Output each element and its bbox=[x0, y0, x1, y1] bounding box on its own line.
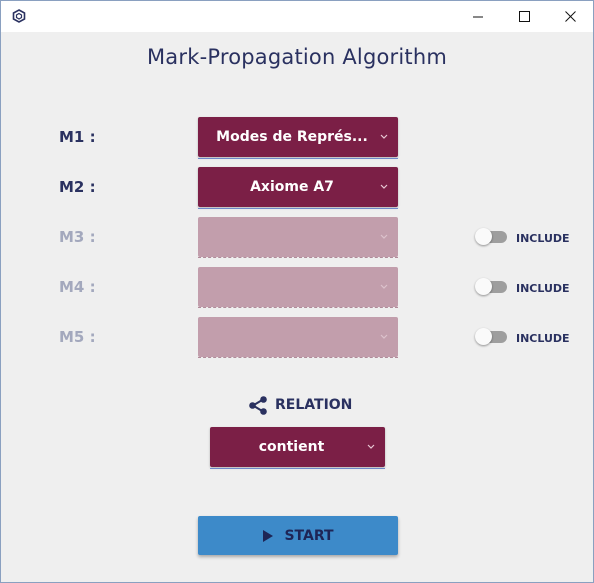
m2-dropdown[interactable]: Axiome A7 bbox=[198, 167, 398, 209]
toggle-knob bbox=[475, 328, 492, 345]
relation-label: RELATION bbox=[275, 397, 353, 413]
m1-dropdown[interactable]: Modes de Représ... bbox=[198, 117, 398, 159]
chevron-down-icon bbox=[380, 334, 388, 339]
chevron-down-icon bbox=[380, 184, 388, 189]
m3-include-label: INCLUDE bbox=[516, 232, 570, 245]
m4-include-toggle[interactable] bbox=[475, 278, 507, 295]
relation-dropdown-value: contient bbox=[258, 439, 325, 455]
page-title: Mark-Propagation Algorithm bbox=[146, 45, 448, 69]
m1-dropdown-value: Modes de Représ... bbox=[216, 129, 368, 145]
close-icon bbox=[564, 11, 576, 22]
m5-include-toggle[interactable] bbox=[475, 328, 507, 345]
play-icon bbox=[263, 529, 274, 542]
m4-dropdown[interactable] bbox=[198, 267, 398, 308]
toggle-knob bbox=[475, 278, 492, 295]
m1-label: M1 : bbox=[59, 128, 96, 146]
close-button[interactable] bbox=[547, 1, 593, 32]
maximize-button[interactable] bbox=[501, 1, 547, 32]
maximize-icon bbox=[518, 11, 530, 22]
app-icon bbox=[12, 9, 26, 23]
m2-dropdown-value: Axiome A7 bbox=[250, 179, 334, 195]
m4-include-label: INCLUDE bbox=[516, 282, 570, 295]
minimize-button[interactable] bbox=[455, 1, 501, 32]
chevron-down-icon bbox=[380, 134, 388, 139]
m3-dropdown[interactable] bbox=[198, 217, 398, 258]
m5-include-label: INCLUDE bbox=[516, 332, 570, 345]
start-button-label: START bbox=[284, 527, 334, 544]
share-icon bbox=[249, 395, 267, 415]
app-window: Mark-Propagation Algorithm M1 : Modes de… bbox=[0, 0, 594, 583]
m3-include-toggle[interactable] bbox=[475, 228, 507, 245]
chevron-down-icon bbox=[380, 284, 388, 289]
title-bar[interactable] bbox=[1, 1, 593, 32]
m4-label: M4 : bbox=[59, 278, 96, 296]
chevron-down-icon bbox=[367, 444, 375, 449]
m3-label: M3 : bbox=[59, 228, 96, 246]
minimize-icon bbox=[472, 16, 483, 18]
m5-label: M5 : bbox=[59, 328, 96, 346]
chevron-down-icon bbox=[380, 234, 388, 239]
m2-label: M2 : bbox=[59, 178, 96, 196]
relation-dropdown[interactable]: contient bbox=[210, 427, 385, 469]
toggle-knob bbox=[475, 228, 492, 245]
m5-dropdown[interactable] bbox=[198, 317, 398, 358]
start-button[interactable]: START bbox=[198, 516, 398, 555]
relation-header: RELATION bbox=[248, 394, 352, 416]
